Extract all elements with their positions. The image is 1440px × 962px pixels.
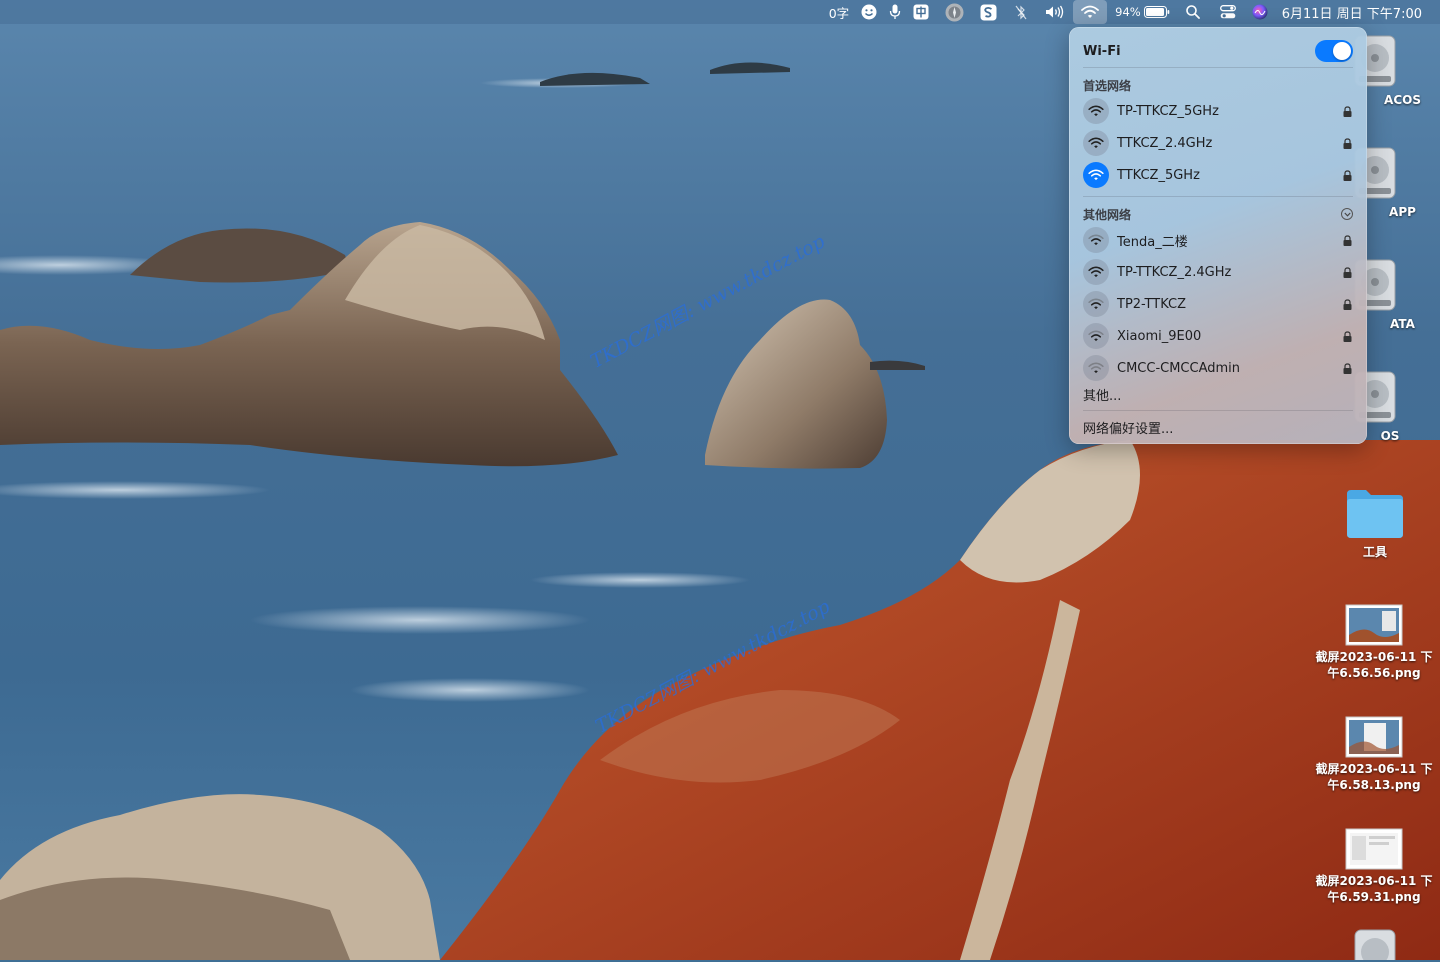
network-name: TP2-TTKCZ bbox=[1117, 296, 1186, 312]
wifi-toggle[interactable] bbox=[1315, 40, 1353, 62]
lock-icon bbox=[1341, 137, 1353, 149]
control-center-icon[interactable] bbox=[1210, 0, 1246, 24]
volume-icon[interactable] bbox=[1039, 0, 1071, 24]
lock-icon bbox=[1341, 266, 1353, 278]
battery-icon[interactable] bbox=[1143, 0, 1176, 24]
folder-icon bbox=[1315, 486, 1435, 542]
battery-percentage[interactable]: 94% bbox=[1109, 0, 1144, 24]
wifi-menu: Wi-Fi 首选网络 TP-TTKCZ_5GHz TTKCZ_2.4GHz TT… bbox=[1069, 27, 1367, 444]
emoji-icon[interactable] bbox=[855, 0, 883, 24]
bluetooth-off-icon[interactable] bbox=[1003, 0, 1039, 24]
sogou-icon[interactable] bbox=[974, 0, 1003, 24]
network-name: Tenda_二楼 bbox=[1117, 234, 1188, 250]
network-item[interactable]: Xiaomi_9E00 bbox=[1083, 320, 1353, 352]
folder-label: 工具 bbox=[1362, 545, 1387, 559]
network-item[interactable]: TP-TTKCZ_2.4GHz bbox=[1083, 256, 1353, 288]
screenshot-file-item[interactable]: 截屏2023-06-11 下 午6.56.56.png bbox=[1314, 603, 1434, 681]
network-preferences-link[interactable]: 网络偏好设置... bbox=[1083, 416, 1353, 438]
network-name: TP-TTKCZ_2.4GHz bbox=[1117, 264, 1232, 280]
wifi-signal-icon bbox=[1083, 227, 1109, 253]
network-name: TTKCZ_5GHz bbox=[1117, 167, 1200, 183]
lock-icon bbox=[1341, 234, 1353, 246]
image-thumbnail-icon bbox=[1314, 603, 1434, 647]
network-name: CMCC-CMCCAdmin bbox=[1117, 360, 1241, 376]
compass-icon[interactable] bbox=[935, 0, 974, 24]
network-item[interactable]: Tenda_二楼 bbox=[1083, 224, 1353, 256]
folder-icon-item[interactable]: 工具 bbox=[1315, 486, 1435, 560]
word-count-status[interactable]: 0字 bbox=[823, 0, 855, 24]
image-thumbnail-icon bbox=[1314, 827, 1434, 871]
lock-icon bbox=[1341, 362, 1353, 374]
spotlight-icon[interactable] bbox=[1176, 0, 1210, 24]
wifi-signal-icon bbox=[1083, 259, 1109, 285]
divider bbox=[1083, 67, 1353, 68]
network-name: Xiaomi_9E00 bbox=[1117, 328, 1202, 344]
network-item-connected[interactable]: TTKCZ_5GHz bbox=[1083, 159, 1353, 191]
hard-drive-icon bbox=[1315, 928, 1435, 960]
other-network-link[interactable]: 其他... bbox=[1083, 383, 1353, 405]
wifi-icon[interactable] bbox=[1073, 0, 1108, 24]
preferred-networks-label: 首选网络 bbox=[1083, 79, 1132, 93]
screenshot-file-item[interactable]: 截屏2023-06-11 下 午6.58.13.png bbox=[1314, 715, 1434, 793]
menu-bar: 0字 94% 6月11日 周日 下午7:00 bbox=[0, 0, 1440, 24]
wifi-signal-icon bbox=[1083, 130, 1109, 156]
wifi-signal-icon bbox=[1083, 291, 1109, 317]
other-networks-label: 其他网络 bbox=[1083, 208, 1132, 222]
drive-icon-item[interactable] bbox=[1315, 928, 1435, 962]
wifi-menu-header: Wi-Fi bbox=[1083, 35, 1353, 67]
screenshot-file-item[interactable]: 截屏2023-06-11 下 午6.59.31.png bbox=[1314, 827, 1434, 905]
wifi-signal-icon bbox=[1083, 323, 1109, 349]
wifi-signal-icon bbox=[1083, 355, 1109, 381]
file-label: 截屏2023-06-11 下 午6.56.56.png bbox=[1315, 650, 1433, 680]
microphone-icon[interactable] bbox=[883, 0, 907, 24]
wifi-connected-icon bbox=[1083, 162, 1109, 188]
network-item[interactable]: CMCC-CMCCAdmin bbox=[1083, 352, 1353, 384]
menubar-clock[interactable]: 6月11日 周日 下午7:00 bbox=[1274, 0, 1440, 24]
divider bbox=[1083, 196, 1353, 197]
network-item[interactable]: TP-TTKCZ_5GHz bbox=[1083, 95, 1353, 127]
lock-icon bbox=[1341, 105, 1353, 117]
divider bbox=[1083, 410, 1353, 411]
network-item[interactable]: TP2-TTKCZ bbox=[1083, 288, 1353, 320]
file-label: 截屏2023-06-11 下 午6.59.31.png bbox=[1315, 874, 1433, 904]
siri-icon[interactable] bbox=[1246, 0, 1274, 24]
wifi-menu-title: Wi-Fi bbox=[1083, 43, 1121, 59]
toggle-knob bbox=[1333, 42, 1351, 60]
chevron-down-icon[interactable] bbox=[1341, 208, 1353, 220]
image-thumbnail-icon bbox=[1314, 715, 1434, 759]
lock-icon bbox=[1341, 169, 1353, 181]
lock-icon bbox=[1341, 330, 1353, 342]
network-item[interactable]: TTKCZ_2.4GHz bbox=[1083, 127, 1353, 159]
file-label: 截屏2023-06-11 下 午6.58.13.png bbox=[1315, 762, 1433, 792]
network-name: TTKCZ_2.4GHz bbox=[1117, 135, 1213, 151]
input-method-icon[interactable] bbox=[907, 0, 935, 24]
wifi-signal-icon bbox=[1083, 98, 1109, 124]
network-name: TP-TTKCZ_5GHz bbox=[1117, 103, 1219, 119]
lock-icon bbox=[1341, 298, 1353, 310]
